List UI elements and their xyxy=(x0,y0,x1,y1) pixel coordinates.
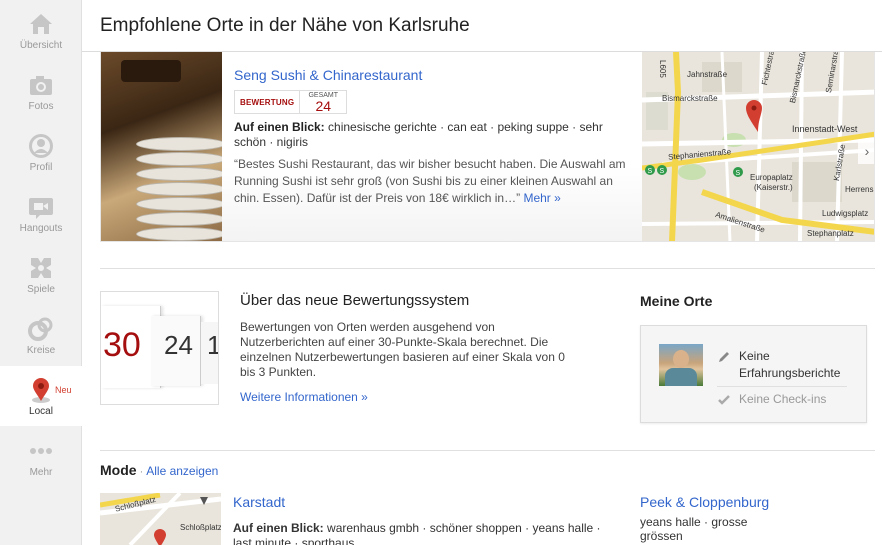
home-icon xyxy=(30,14,52,34)
sidebar-item-label: Spiele xyxy=(27,284,55,295)
promo-title: Über das neue Bewertungssystem xyxy=(240,292,470,309)
active-indicator xyxy=(75,388,83,404)
total-value: 24 xyxy=(315,98,332,114)
map-label: L605 xyxy=(658,60,667,78)
map-label: Stephanplatz xyxy=(807,229,854,238)
sidebar-item-label: Profil xyxy=(29,162,53,173)
sidebar-item-kreise[interactable]: Kreise xyxy=(0,305,82,365)
scale-number: 19 xyxy=(207,330,218,361)
sidebar-item-spiele[interactable]: Spiele xyxy=(0,244,82,304)
sidebar-item-fotos[interactable]: Fotos xyxy=(0,61,82,121)
reviews-text: Keine Erfahrungsberichte xyxy=(739,349,841,380)
sidebar-item-label: Local xyxy=(29,406,53,417)
page-header: Empfohlene Orte in der Nähe von Karlsruh… xyxy=(82,0,882,52)
mode-section-header: Mode · Alle anzeigen xyxy=(100,462,218,478)
rating-label: BEWERTUNG xyxy=(235,91,301,113)
map-pin-icon xyxy=(32,378,50,403)
circles-icon xyxy=(28,317,53,341)
place-map[interactable]: S S S L605 Jahnstraße Fichtestraße Bisma… xyxy=(642,52,874,241)
new-badge: Neu xyxy=(55,385,72,395)
scale-number: 30 xyxy=(103,326,141,364)
profile-icon xyxy=(29,134,53,158)
sidebar-item-profil[interactable]: Profil xyxy=(0,122,82,182)
glance-text: Auf einen Blick: warenhaus gmbh · schöne… xyxy=(233,521,613,545)
sidebar-nav: Übersicht Fotos Profil Hangouts Spiele K… xyxy=(0,0,83,545)
map-label: Herrens xyxy=(845,185,874,194)
section-divider xyxy=(100,450,875,451)
sidebar-item-uebersicht[interactable]: Übersicht xyxy=(0,0,82,60)
featured-place-card[interactable]: Seng Sushi & Chinarestaurant BEWERTUNG G… xyxy=(100,52,875,242)
show-all-link[interactable]: Alle anzeigen xyxy=(146,464,218,478)
sidebar-item-label: Mehr xyxy=(29,467,53,478)
glance-text: Auf einen Blick: chinesische gerichte · … xyxy=(234,120,614,150)
place-tags: yeans halle · grosse grössen xyxy=(640,515,748,543)
map-label: Ludwigsplatz xyxy=(822,209,869,218)
avatar[interactable] xyxy=(659,344,703,386)
checkmark-icon xyxy=(718,395,730,405)
map-next-button[interactable]: › xyxy=(858,140,874,164)
map-label: Bismarckstraße xyxy=(662,94,718,103)
scale-number: 24 xyxy=(164,330,193,360)
map-graphic xyxy=(100,493,221,545)
pencil-icon xyxy=(719,352,729,362)
map-label: Innenstadt-West xyxy=(792,124,858,134)
separator: · xyxy=(139,466,144,478)
glance-label: Auf einen Blick: xyxy=(233,521,324,535)
sidebar-item-label: Hangouts xyxy=(19,223,63,234)
sidebar-item-mehr[interactable]: Mehr xyxy=(0,427,82,487)
page-title: Empfohlene Orte in der Nähe von Karlsruh… xyxy=(100,15,470,36)
section-divider xyxy=(100,268,875,269)
map-label: Europaplatz xyxy=(750,173,793,182)
quote-text: “Bestes Sushi Restaurant, das wir bisher… xyxy=(234,157,626,205)
more-info-link[interactable]: Weitere Informationen » xyxy=(240,390,368,404)
my-places-title: Meine Orte xyxy=(640,293,713,309)
glance-label: Auf einen Blick: xyxy=(234,120,325,134)
sidebar-item-local[interactable]: Neu Local xyxy=(0,366,83,426)
games-icon xyxy=(31,258,51,278)
karstadt-map[interactable]: Schloßplatz Schloßplatz xyxy=(100,493,221,545)
video-icon xyxy=(29,198,53,219)
place-photo[interactable] xyxy=(101,52,222,241)
my-places-box: Keine Erfahrungsberichte Keine Check-ins xyxy=(640,325,867,423)
sidebar-item-label: Übersicht xyxy=(19,40,63,51)
promo-text: Bewertungen von Orten werden ausgehend v… xyxy=(240,320,565,379)
map-label: (Kaiserstr.) xyxy=(754,183,793,192)
sidebar-item-label: Fotos xyxy=(28,101,54,112)
rating-box: BEWERTUNG GESAMT 24 xyxy=(234,90,348,114)
place-title-link[interactable]: Seng Sushi & Chinarestaurant xyxy=(234,67,422,83)
map-label: Schloßplatz xyxy=(180,523,221,532)
more-dots-icon xyxy=(30,448,52,454)
sidebar-item-hangouts[interactable]: Hangouts xyxy=(0,183,82,243)
place-title-link[interactable]: Peek & Cloppenburg xyxy=(640,494,769,510)
svg-text:S: S xyxy=(660,168,665,175)
review-quote: “Bestes Sushi Restaurant, das wir bisher… xyxy=(234,156,634,207)
section-title: Mode xyxy=(100,462,137,478)
rating-total: GESAMT 24 xyxy=(300,91,346,113)
rating-scale-image: 30 24 19 xyxy=(100,291,219,405)
more-link[interactable]: Mehr » xyxy=(523,191,560,205)
checkins-text: Keine Check-ins xyxy=(739,392,827,406)
svg-text:S: S xyxy=(736,170,741,177)
camera-icon xyxy=(30,76,52,95)
place-title-link[interactable]: Karstadt xyxy=(233,494,285,510)
sidebar-item-label: Kreise xyxy=(26,345,56,356)
svg-text:S: S xyxy=(648,168,653,175)
map-label: Jahnstraße xyxy=(687,70,728,79)
